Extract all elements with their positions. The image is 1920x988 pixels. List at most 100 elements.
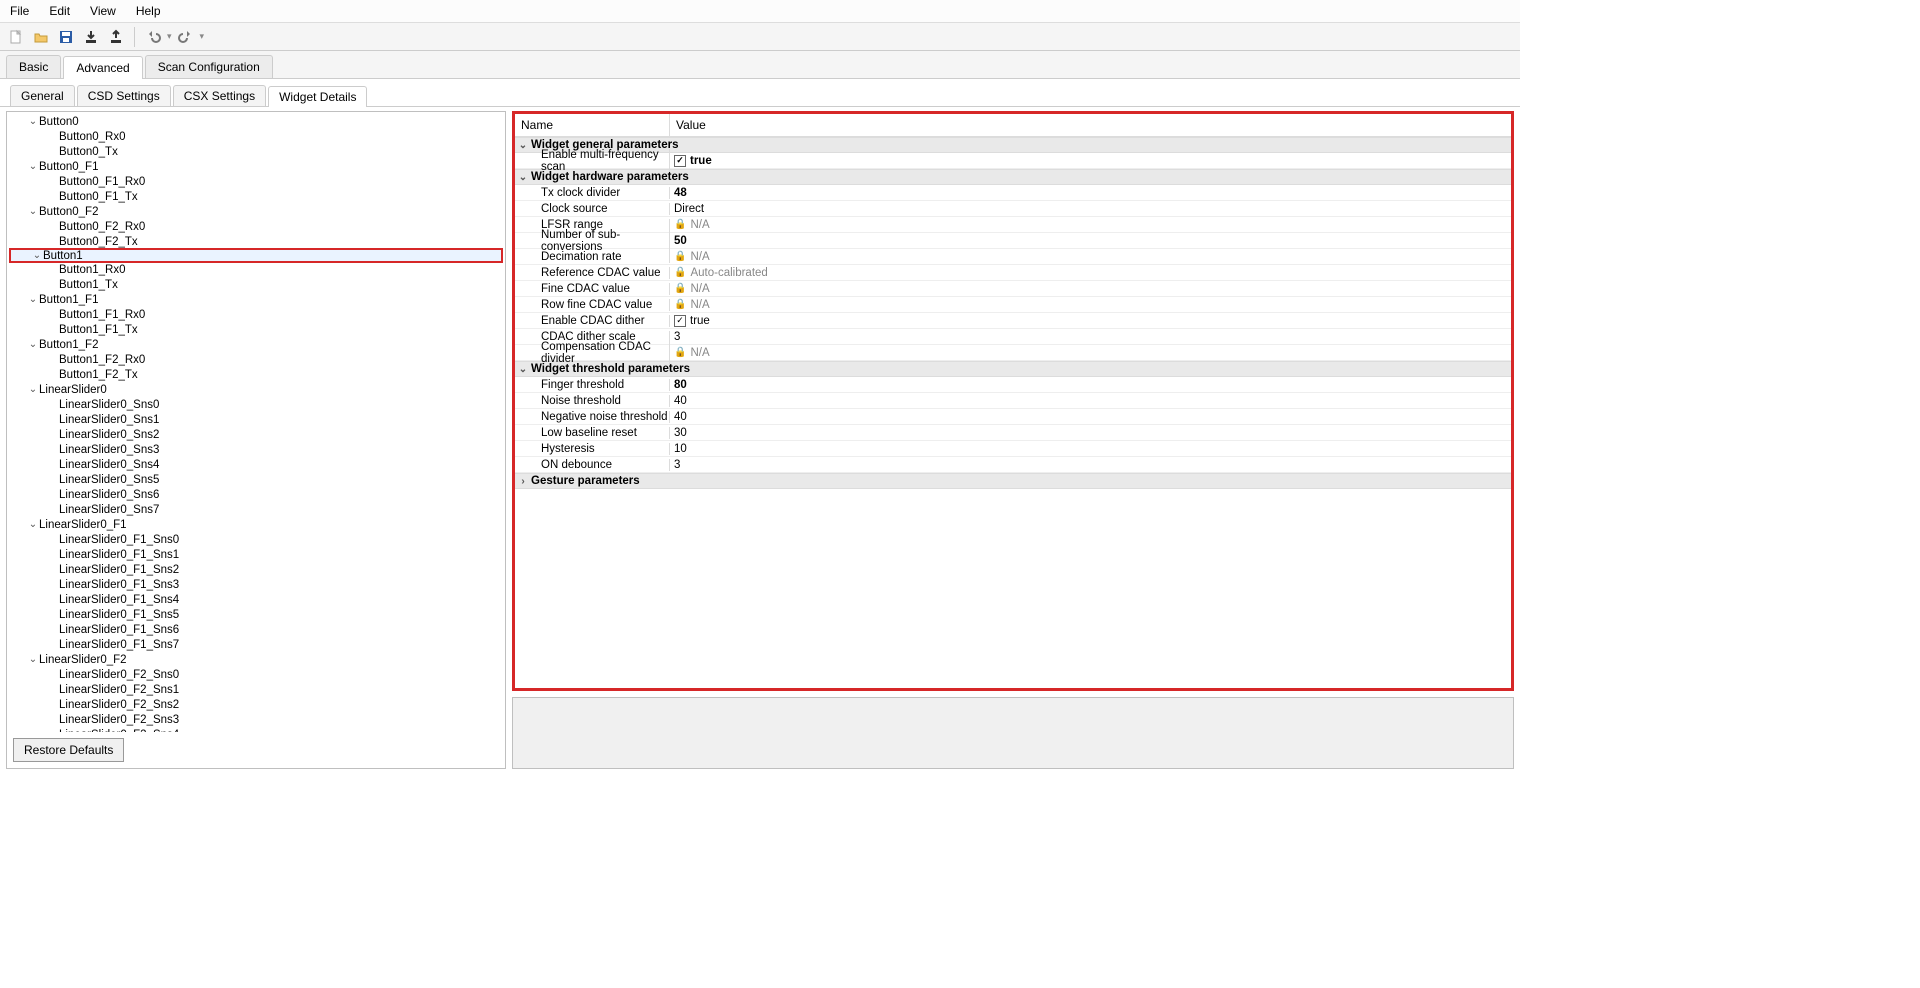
property-row[interactable]: Tx clock divider48: [515, 185, 1511, 201]
property-group-header[interactable]: ⌄Widget hardware parameters: [515, 169, 1511, 185]
sub-tab-csd-settings[interactable]: CSD Settings: [77, 85, 171, 106]
property-row[interactable]: Compensation CDAC divider🔒N/A: [515, 345, 1511, 361]
property-row[interactable]: Low baseline reset30: [515, 425, 1511, 441]
tree-item[interactable]: Button1_F2_Rx0: [7, 352, 505, 367]
tree-item[interactable]: ⌄LinearSlider0: [7, 382, 505, 397]
sub-tab-widget-details[interactable]: Widget Details: [268, 86, 367, 107]
tree-item[interactable]: ⌄Button0_F1: [7, 159, 505, 174]
property-value[interactable]: 🔒N/A: [670, 347, 1511, 359]
undo-icon[interactable]: [142, 26, 164, 48]
menu-file[interactable]: File: [6, 2, 33, 20]
tree-item[interactable]: LinearSlider0_Sns1: [7, 412, 505, 427]
tree-item[interactable]: Button1_Tx: [7, 277, 505, 292]
import-icon[interactable]: [80, 26, 102, 48]
property-value[interactable]: 30: [670, 427, 1511, 439]
tree-item[interactable]: Button0_F2_Rx0: [7, 219, 505, 234]
tree-item[interactable]: Button0_F2_Tx: [7, 234, 505, 249]
tree-item[interactable]: ⌄Button1: [9, 248, 503, 263]
tree-item[interactable]: Button0_Rx0: [7, 129, 505, 144]
tree-item[interactable]: LinearSlider0_F1_Sns7: [7, 637, 505, 652]
property-value[interactable]: true: [670, 155, 1511, 167]
property-grid[interactable]: ⌄Widget general parametersEnable multi-f…: [515, 137, 1511, 688]
widget-tree[interactable]: ⌄Button0Button0_Rx0Button0_Tx⌄Button0_F1…: [7, 112, 505, 732]
tree-item[interactable]: LinearSlider0_F2_Sns3: [7, 712, 505, 727]
property-value[interactable]: 🔒N/A: [670, 219, 1511, 231]
property-row[interactable]: ON debounce3: [515, 457, 1511, 473]
redo-icon[interactable]: [175, 26, 197, 48]
export-icon[interactable]: [105, 26, 127, 48]
tree-item[interactable]: Button1_F1_Tx: [7, 322, 505, 337]
property-row[interactable]: Enable CDAC dithertrue: [515, 313, 1511, 329]
property-row[interactable]: Enable multi-frequency scantrue: [515, 153, 1511, 169]
sub-tab-general[interactable]: General: [10, 85, 75, 106]
tree-item[interactable]: Button1_F2_Tx: [7, 367, 505, 382]
tree-item[interactable]: LinearSlider0_Sns2: [7, 427, 505, 442]
tree-item[interactable]: ⌄Button1_F2: [7, 337, 505, 352]
undo-dropdown-icon[interactable]: ▾: [167, 31, 172, 42]
property-value[interactable]: 40: [670, 395, 1511, 407]
tree-item[interactable]: LinearSlider0_F2_Sns4: [7, 727, 505, 732]
tree-item[interactable]: LinearSlider0_Sns7: [7, 502, 505, 517]
property-value[interactable]: 🔒Auto-calibrated: [670, 267, 1511, 279]
property-value[interactable]: 48: [670, 187, 1511, 199]
tree-item[interactable]: LinearSlider0_Sns6: [7, 487, 505, 502]
tree-item[interactable]: Button0_F1_Tx: [7, 189, 505, 204]
property-group-header[interactable]: ›Gesture parameters: [515, 473, 1511, 489]
menu-help[interactable]: Help: [132, 2, 165, 20]
property-row[interactable]: Negative noise threshold40: [515, 409, 1511, 425]
tree-item[interactable]: LinearSlider0_F2_Sns2: [7, 697, 505, 712]
restore-defaults-button[interactable]: Restore Defaults: [13, 738, 124, 762]
property-value[interactable]: 50: [670, 235, 1511, 247]
main-tab-basic[interactable]: Basic: [6, 55, 61, 78]
property-group-header[interactable]: ⌄Widget threshold parameters: [515, 361, 1511, 377]
checkbox-icon[interactable]: [674, 315, 686, 327]
property-value[interactable]: 40: [670, 411, 1511, 423]
tree-item[interactable]: LinearSlider0_F1_Sns6: [7, 622, 505, 637]
property-row[interactable]: Reference CDAC value🔒Auto-calibrated: [515, 265, 1511, 281]
tree-item[interactable]: LinearSlider0_F1_Sns1: [7, 547, 505, 562]
property-row[interactable]: Row fine CDAC value🔒N/A: [515, 297, 1511, 313]
property-row[interactable]: Fine CDAC value🔒N/A: [515, 281, 1511, 297]
property-row[interactable]: Finger threshold80: [515, 377, 1511, 393]
new-file-icon[interactable]: [5, 26, 27, 48]
menu-edit[interactable]: Edit: [45, 2, 74, 20]
tree-item[interactable]: LinearSlider0_F1_Sns0: [7, 532, 505, 547]
tree-item[interactable]: LinearSlider0_F1_Sns4: [7, 592, 505, 607]
property-value[interactable]: 🔒N/A: [670, 251, 1511, 263]
property-row[interactable]: Decimation rate🔒N/A: [515, 249, 1511, 265]
property-value[interactable]: 🔒N/A: [670, 299, 1511, 311]
property-value[interactable]: true: [670, 315, 1511, 327]
main-tab-scan-configuration[interactable]: Scan Configuration: [145, 55, 273, 78]
tree-item[interactable]: LinearSlider0_Sns5: [7, 472, 505, 487]
redo-dropdown-icon[interactable]: ▾: [200, 31, 205, 42]
save-icon[interactable]: [55, 26, 77, 48]
tree-item[interactable]: ⌄Button0: [7, 114, 505, 129]
property-value[interactable]: 3: [670, 331, 1511, 343]
tree-item[interactable]: Button1_Rx0: [7, 262, 505, 277]
tree-item[interactable]: LinearSlider0_F1_Sns3: [7, 577, 505, 592]
menu-view[interactable]: View: [86, 2, 120, 20]
tree-item[interactable]: ⌄Button0_F2: [7, 204, 505, 219]
property-row[interactable]: Noise threshold40: [515, 393, 1511, 409]
main-tab-advanced[interactable]: Advanced: [63, 56, 142, 79]
tree-item[interactable]: LinearSlider0_F1_Sns2: [7, 562, 505, 577]
tree-item[interactable]: Button0_Tx: [7, 144, 505, 159]
property-row[interactable]: Hysteresis10: [515, 441, 1511, 457]
property-row[interactable]: Clock sourceDirect: [515, 201, 1511, 217]
tree-item[interactable]: LinearSlider0_Sns4: [7, 457, 505, 472]
property-row[interactable]: Number of sub-conversions50: [515, 233, 1511, 249]
tree-item[interactable]: LinearSlider0_F1_Sns5: [7, 607, 505, 622]
sub-tab-csx-settings[interactable]: CSX Settings: [173, 85, 266, 106]
open-folder-icon[interactable]: [30, 26, 52, 48]
property-value[interactable]: Direct: [670, 203, 1511, 215]
tree-item[interactable]: LinearSlider0_F2_Sns0: [7, 667, 505, 682]
property-value[interactable]: 80: [670, 379, 1511, 391]
property-value[interactable]: 🔒N/A: [670, 283, 1511, 295]
property-value[interactable]: 3: [670, 459, 1511, 471]
tree-item[interactable]: ⌄Button1_F1: [7, 292, 505, 307]
tree-item[interactable]: ⌄LinearSlider0_F2: [7, 652, 505, 667]
checkbox-icon[interactable]: [674, 155, 686, 167]
tree-item[interactable]: LinearSlider0_Sns0: [7, 397, 505, 412]
tree-item[interactable]: Button0_F1_Rx0: [7, 174, 505, 189]
tree-item[interactable]: LinearSlider0_Sns3: [7, 442, 505, 457]
